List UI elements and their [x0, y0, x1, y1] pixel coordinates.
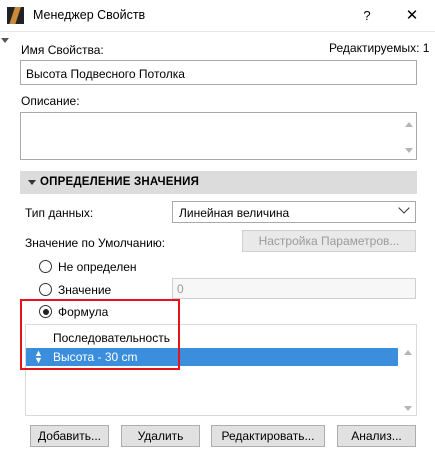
value-definition-section-header[interactable]: ОПРЕДЕЛЕНИЕ ЗНАЧЕНИЯ — [20, 171, 417, 194]
default-value-text: 0 — [177, 282, 184, 296]
default-value-label: Значение по Умолчанию: — [25, 236, 166, 250]
data-type-value: Линейная величина — [179, 206, 290, 220]
close-button[interactable]: ✕ — [400, 5, 424, 27]
parameter-settings-button[interactable]: Настройка Параметров... — [242, 230, 416, 252]
description-textarea[interactable] — [20, 112, 417, 160]
help-button[interactable]: ? — [357, 6, 377, 26]
scroll-down-icon[interactable] — [405, 148, 413, 153]
section-title: ОПРЕДЕЛЕНИЕ ЗНАЧЕНИЯ — [40, 176, 200, 188]
radio-value-label: Значение — [58, 283, 112, 297]
data-type-label: Тип данных: — [25, 206, 94, 220]
add-button[interactable]: Добавить... — [30, 425, 109, 447]
property-name-input[interactable]: Высота Подвесного Потолка — [20, 60, 417, 85]
chevron-down-icon — [398, 202, 410, 214]
property-name-label: Имя Свойства: — [21, 43, 104, 57]
list-scroll-up-icon[interactable] — [404, 350, 412, 355]
delete-button[interactable]: Удалить — [121, 425, 200, 447]
data-type-select[interactable]: Линейная величина — [172, 201, 416, 223]
analyze-button[interactable]: Анализ... — [337, 425, 416, 447]
archicad-app-icon — [7, 7, 24, 24]
section-collapse-icon — [28, 180, 36, 185]
radio-undefined[interactable] — [39, 260, 52, 273]
highlight-annotation-box — [20, 299, 180, 370]
radio-undefined-label: Не определен — [58, 260, 137, 274]
editable-count-label: Редактируемых: 1 — [329, 41, 430, 55]
list-scroll-down-icon[interactable] — [404, 406, 412, 411]
edit-button[interactable]: Редактировать... — [211, 425, 325, 447]
scroll-up-icon[interactable] — [405, 122, 413, 127]
property-name-value: Высота Подвесного Потолка — [26, 67, 185, 81]
radio-value[interactable] — [39, 283, 52, 296]
panel-collapse-caret-icon[interactable] — [1, 38, 9, 43]
default-value-input[interactable]: 0 — [172, 278, 416, 299]
description-label: Описание: — [21, 94, 80, 108]
title-bar: Менеджер Свойств ? ✕ — [0, 0, 435, 32]
window-title: Менеджер Свойств — [33, 8, 146, 22]
